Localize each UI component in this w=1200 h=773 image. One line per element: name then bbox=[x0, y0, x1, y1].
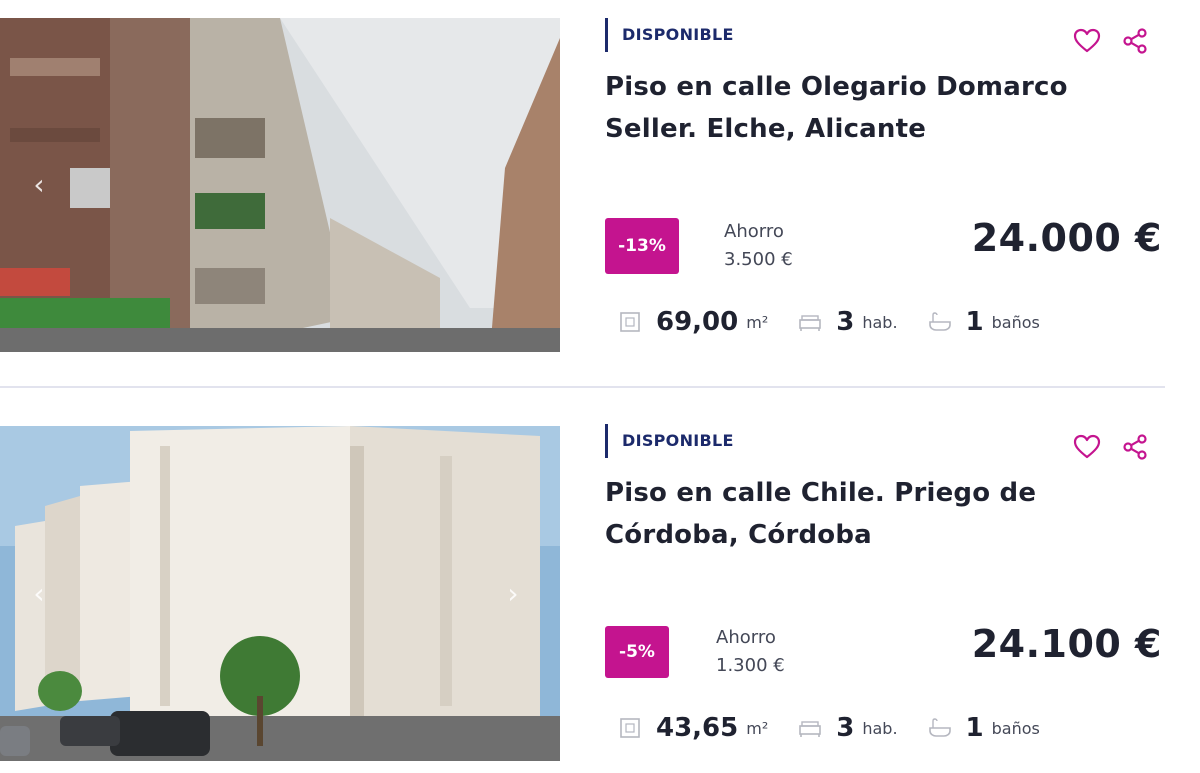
feature-rooms: 3 hab. bbox=[798, 713, 898, 743]
saving-label: Ahorro bbox=[716, 627, 776, 648]
listing-photo[interactable]: ‹ › bbox=[0, 426, 560, 761]
area-unit: m² bbox=[746, 718, 769, 738]
bed-icon bbox=[799, 721, 822, 737]
saving-value: 3.500 € bbox=[724, 249, 793, 270]
listing-divider bbox=[0, 386, 1165, 388]
feature-rooms: 3 hab. bbox=[798, 307, 898, 337]
listing-actions bbox=[1072, 432, 1150, 462]
building-photo bbox=[0, 18, 560, 352]
listing-actions bbox=[1072, 26, 1150, 56]
status-badge: DISPONIBLE bbox=[605, 424, 734, 458]
feature-area: 69,00 m² bbox=[618, 307, 768, 337]
share-icon[interactable] bbox=[1120, 26, 1150, 56]
chevron-right-icon[interactable]: › bbox=[500, 577, 526, 611]
saving-value: 1.300 € bbox=[716, 655, 785, 676]
bath-icon bbox=[928, 718, 951, 737]
listing-title[interactable]: Piso en calle Olegario Domarco Seller. E… bbox=[605, 66, 1125, 150]
feature-baths: 1 baños bbox=[928, 713, 1040, 743]
bath-icon bbox=[928, 312, 951, 331]
area-value: 43,65 bbox=[656, 713, 739, 743]
listing-photo[interactable]: ‹ bbox=[0, 18, 560, 352]
rooms-value: 3 bbox=[836, 307, 855, 337]
listing-price: 24.100 € bbox=[971, 622, 1162, 666]
baths-unit: baños bbox=[991, 312, 1040, 332]
listing-card: ‹ DISPONIBLE Piso en calle Olegario Doma… bbox=[0, 0, 1200, 360]
listing-price: 24.000 € bbox=[971, 216, 1162, 260]
discount-badge: -13% bbox=[605, 218, 679, 274]
area-unit: m² bbox=[746, 312, 769, 332]
rooms-unit: hab. bbox=[862, 718, 898, 738]
chevron-left-icon[interactable]: ‹ bbox=[26, 577, 52, 611]
baths-value: 1 bbox=[965, 307, 984, 337]
heart-icon[interactable] bbox=[1072, 432, 1102, 462]
area-icon bbox=[620, 312, 640, 332]
area-icon bbox=[620, 718, 640, 738]
listing-title[interactable]: Piso en calle Chile. Priego de Córdoba, … bbox=[605, 472, 1125, 556]
building-photo bbox=[0, 426, 560, 761]
listing-card: ‹ › DISPONIBLE Piso en calle Chile. Prie… bbox=[0, 406, 1200, 766]
feature-baths: 1 baños bbox=[928, 307, 1040, 337]
feature-area: 43,65 m² bbox=[618, 713, 768, 743]
rooms-value: 3 bbox=[836, 713, 855, 743]
saving-info: Ahorro 1.300 € bbox=[716, 624, 785, 680]
baths-value: 1 bbox=[965, 713, 984, 743]
status-badge: DISPONIBLE bbox=[605, 18, 734, 52]
area-value: 69,00 bbox=[656, 307, 739, 337]
saving-info: Ahorro 3.500 € bbox=[724, 218, 793, 274]
bed-icon bbox=[799, 315, 822, 331]
rooms-unit: hab. bbox=[862, 312, 898, 332]
baths-unit: baños bbox=[991, 718, 1040, 738]
chevron-left-icon[interactable]: ‹ bbox=[26, 168, 52, 202]
saving-label: Ahorro bbox=[724, 221, 784, 242]
listing-features: 43,65 m² 3 hab. 1 baños bbox=[618, 708, 1070, 748]
heart-icon[interactable] bbox=[1072, 26, 1102, 56]
listing-features: 69,00 m² 3 hab. 1 baños bbox=[618, 302, 1070, 342]
share-icon[interactable] bbox=[1120, 432, 1150, 462]
discount-badge: -5% bbox=[605, 626, 669, 678]
